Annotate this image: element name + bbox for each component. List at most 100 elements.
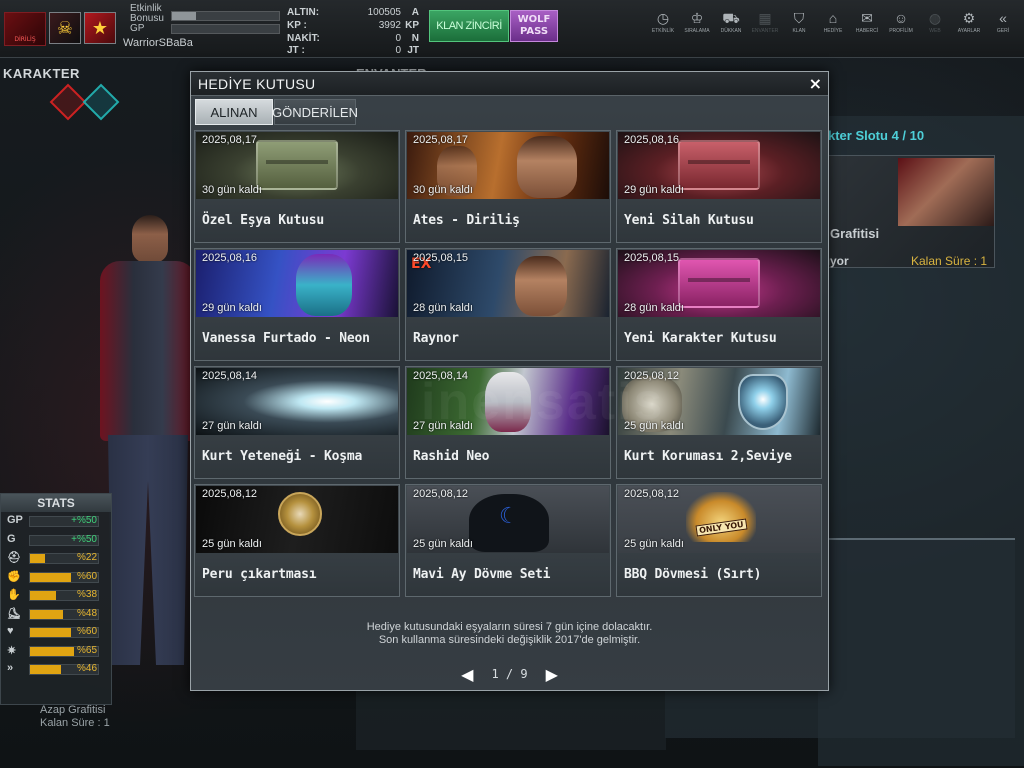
nav-label: SIRALAMA: [684, 28, 710, 34]
gift-date: 2025,08,15: [413, 252, 469, 264]
hand-icon: ✋: [7, 589, 21, 601]
rank-emblem[interactable]: ★: [84, 12, 116, 44]
stat-row: GP +%50: [1, 512, 111, 531]
currency-row: KP :3992 KP: [287, 20, 419, 31]
stat-value: %60: [76, 570, 97, 582]
prev-page-icon[interactable]: ◀: [461, 665, 473, 684]
nav-label: ENVANTER: [751, 28, 779, 34]
character-title: KARAKTER: [3, 66, 80, 81]
stat-row: » %46: [1, 660, 111, 679]
gift-card[interactable]: 2025,08,1225 gün kaldıMavi Ay Dövme Seti: [405, 484, 611, 597]
inventory-icon: ▦: [758, 10, 772, 26]
klan-chain-button[interactable]: KLAN ZİNCİRİ: [429, 10, 509, 42]
nav-item-klan[interactable]: ⛉ KLAN: [782, 8, 816, 40]
modal-title: HEDİYE KUTUSU: [198, 76, 316, 92]
gift-days-left: 25 gün kaldı: [624, 538, 684, 550]
gift-date: 2025,08,16: [202, 252, 258, 264]
stat-value: %46: [76, 663, 97, 674]
slot-card[interactable]: [820, 155, 995, 268]
back-icon: «: [999, 10, 1007, 26]
gift-days-left: 25 gün kaldı: [413, 538, 473, 550]
event-bonus-bar: [171, 11, 280, 21]
gift-days-left: 29 gün kaldı: [202, 302, 262, 314]
gift-name: Yeni Silah Kutusu: [624, 213, 754, 228]
nav-item-siralama[interactable]: ♔ SIRALAMA: [680, 8, 714, 40]
gift-name: Vanessa Furtado - Neon: [202, 331, 370, 346]
nav-label: GERİ: [996, 28, 1010, 34]
gift-card[interactable]: 2025,08,1225 gün kaldıBBQ Dövmesi (Sırt): [616, 484, 822, 597]
gift-date: 2025,08,17: [413, 134, 469, 146]
star-icon: ★: [91, 18, 109, 39]
gift-card[interactable]: 2025,08,12 25 gün kaldı Peru çıkartması: [194, 484, 400, 597]
watermark: inensatis: [421, 373, 665, 431]
stat-value: %60: [76, 626, 97, 637]
nav-item-dükkan[interactable]: ⛟ DÜKKAN: [714, 8, 748, 40]
wolf-pass-button[interactable]: WOLF PASS: [510, 10, 558, 42]
tab-sent[interactable]: GÖNDERİLEN: [272, 99, 358, 125]
gear-icon: ⚙: [962, 10, 976, 26]
nav-label: ETKİNLİK: [651, 28, 675, 34]
grenade-icon: ✊: [7, 570, 21, 583]
gift-card[interactable]: 2025,08,17 30 gün kaldı Ates - Diriliş: [405, 130, 611, 243]
gift-date: 2025,08,12: [202, 488, 258, 500]
gift-name: Yeni Karakter Kutusu: [624, 331, 777, 346]
nav-item-hedi̇ye[interactable]: ⌂ HEDİYE: [816, 8, 850, 40]
gift-name: Ates - Diriliş: [413, 213, 520, 228]
gift-card[interactable]: 2025,08,16 29 gün kaldı Yeni Silah Kutusu: [616, 130, 822, 243]
center-panel: [356, 690, 666, 750]
stat-value: %65: [76, 644, 97, 656]
gp-label: GP: [130, 23, 145, 34]
gift-days-left: 29 gün kaldı: [624, 184, 684, 196]
boot-icon: ⛸: [7, 607, 21, 620]
gift-card[interactable]: 2025,08,15 28 gün kaldı Yeni Karakter Kutu…: [616, 248, 822, 361]
rank-icon: ♔: [690, 10, 704, 26]
profile-icon: ☺: [893, 10, 909, 26]
g-icon: G: [7, 532, 16, 545]
nav-label: PROFİLİM: [889, 28, 913, 34]
gift-card[interactable]: 2025,08,17 30 gün kaldı Özel Eşya Kutusu: [194, 130, 400, 243]
globe-icon: ◍: [928, 10, 942, 26]
stat-row: ⛸ %48: [1, 605, 111, 624]
gift-days-left: 30 gün kaldı: [413, 184, 473, 196]
pagination: ◀ 1 / 9 ▶: [191, 663, 828, 685]
rank-badge[interactable]: ☠: [49, 12, 81, 44]
nav-item-envanter[interactable]: ▦ ENVANTER: [748, 8, 782, 40]
bottom-item-time: Kalan Süre : 1: [40, 717, 110, 729]
next-page-icon[interactable]: ▶: [546, 665, 558, 684]
currency-row: NAKİT: 0 N: [287, 33, 419, 44]
nav-item-ayarlar[interactable]: ⚙ AYARLAR: [952, 8, 986, 40]
stat-row: ⛑ %22: [1, 549, 111, 568]
gift-days-left: 28 gün kaldı: [624, 302, 684, 314]
gift-card[interactable]: 2025,08,16 29 gün kaldı Vanessa Furtado - …: [194, 248, 400, 361]
gift-name: Mavi Ay Dövme Seti: [413, 567, 551, 582]
stat-value: +%50: [71, 515, 97, 526]
gift-days-left: 28 gün kaldı: [413, 302, 473, 314]
megaphone-icon: ✉: [861, 10, 873, 26]
clock-icon: ◷: [656, 10, 670, 26]
stat-value: %22: [76, 552, 97, 563]
gift-card[interactable]: 2025,08,14 27 gün kaldı Kurt Yeteneği - Ko…: [194, 366, 400, 479]
nav-label: WEB: [929, 28, 941, 34]
nav-item-geri̇[interactable]: « GERİ: [986, 8, 1020, 40]
tab-received[interactable]: ALINAN: [195, 99, 273, 125]
currency-row: JT :0 JT: [287, 45, 419, 56]
page-indicator: 1 / 9: [491, 667, 528, 681]
gp-bar: [171, 24, 280, 34]
nav-item-web[interactable]: ◍ WEB: [918, 8, 952, 40]
stats-panel: STATS GP +%50 G +%50 ⛑ %22 ✊ %60 ✋ %38 ⛸ %48 ♥ %60 ✷ %6…: [0, 493, 112, 705]
top-bar: DİRİLİŞ ☠ ★ Etkinlik Bonusu GP WarriorSB…: [0, 0, 1024, 58]
main-nav: ◷ ETKİNLİK ♔ SIRALAMA ⛟ DÜKKAN ▦ ENVANTER ⛉ KLAN ⌂…: [646, 8, 1020, 40]
bottom-item-info: Azap Grafitisi Kalan Süre : 1: [40, 704, 110, 730]
gift-name: Kurt Yeteneği - Koşma: [202, 449, 363, 464]
bottom-item-name: Azap Grafitisi: [40, 704, 106, 716]
nav-item-profi̇li̇m[interactable]: ☺ PROFİLİM: [884, 8, 918, 40]
gift-card[interactable]: EX 2025,08,15 28 gün kaldı Raynor: [405, 248, 611, 361]
close-icon[interactable]: ×: [809, 74, 822, 93]
gift-name: Özel Eşya Kutusu: [202, 213, 325, 228]
gift-box-modal: HEDİYE KUTUSU × ALINAN GÖNDERİLEN 2025,0…: [190, 71, 829, 691]
nav-item-etki̇nli̇k[interactable]: ◷ ETKİNLİK: [646, 8, 680, 40]
modal-header: HEDİYE KUTUSU ×: [191, 72, 828, 96]
stat-value: %48: [76, 607, 97, 619]
slot-title: kter Slotu 4 / 10: [828, 128, 925, 143]
nav-item-haberci̇[interactable]: ✉ HABERCİ: [850, 8, 884, 40]
